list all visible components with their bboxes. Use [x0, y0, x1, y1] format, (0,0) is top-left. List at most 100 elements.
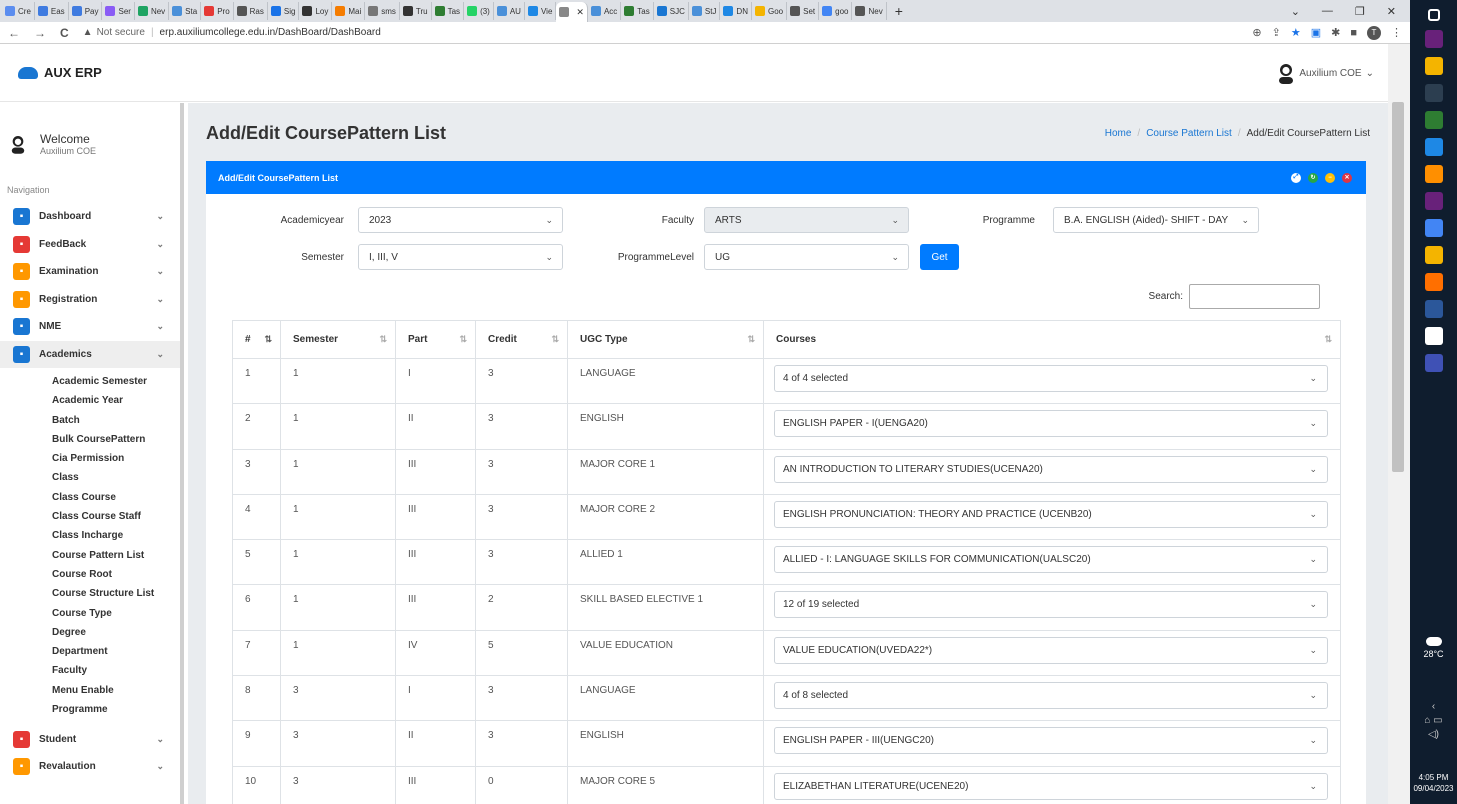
sidebar-item-registration[interactable]: ▪ Registration ⌄: [0, 286, 180, 314]
profile-avatar[interactable]: T: [1367, 25, 1381, 40]
submenu-item[interactable]: Academic Year: [52, 391, 180, 410]
forward-icon[interactable]: →: [34, 26, 46, 40]
browser-tab[interactable]: goo: [819, 2, 853, 20]
browser-tab[interactable]: Sta: [169, 2, 202, 20]
chevron-left-icon[interactable]: ‹: [1410, 700, 1457, 714]
submenu-item[interactable]: Bulk CoursePattern: [52, 430, 180, 449]
sidebar-item-academics[interactable]: ▪ Academics ⌄: [0, 340, 180, 368]
submenu-item[interactable]: Department: [52, 642, 180, 661]
browser-tab[interactable]: Nev: [852, 2, 887, 20]
submenu-item[interactable]: Class: [52, 468, 180, 487]
browser-tab[interactable]: SJC: [654, 2, 689, 20]
chrome-menu-icon[interactable]: ⋮: [1391, 26, 1402, 39]
expand-icon[interactable]: ⤢: [1291, 172, 1301, 183]
browser-tab[interactable]: Sig: [268, 2, 300, 20]
breadcrumb-home[interactable]: Home: [1105, 128, 1132, 139]
courses-select[interactable]: ELIZABETHAN LITERATURE(UCENE20) ⌄: [774, 772, 1328, 800]
courses-select[interactable]: 12 of 19 selected ⌄: [774, 591, 1328, 619]
page-scrollbar[interactable]: [1388, 44, 1410, 804]
browser-tab[interactable]: ✕: [556, 2, 588, 22]
taskbar-app-icon[interactable]: [1424, 354, 1443, 372]
extension-icon[interactable]: ▣: [1311, 26, 1321, 39]
taskbar-app-icon[interactable]: [1424, 246, 1443, 264]
faculty-select[interactable]: ARTS ⌄: [704, 207, 909, 233]
taskbar-app-icon[interactable]: [1424, 165, 1443, 183]
browser-tab[interactable]: Vie: [525, 2, 557, 20]
taskbar-app-icon[interactable]: [1424, 138, 1443, 156]
taskbar-app-icon[interactable]: [1424, 327, 1443, 345]
browser-tab[interactable]: Tru: [400, 2, 432, 20]
submenu-item[interactable]: Faculty: [52, 661, 180, 680]
browser-tab[interactable]: Set: [787, 2, 820, 20]
browser-tab[interactable]: AU: [494, 2, 525, 20]
tab-search-icon[interactable]: ⌄: [1291, 5, 1300, 18]
scrollbar-thumb[interactable]: [1392, 102, 1404, 472]
browser-tab[interactable]: Eas: [35, 2, 69, 20]
taskbar-clock[interactable]: 4:05 PM 09/04/2023: [1410, 772, 1457, 794]
browser-tab[interactable]: DN: [720, 2, 752, 20]
column-header-semester[interactable]: Semester ⇅: [280, 320, 396, 359]
browser-tab[interactable]: Ras: [234, 2, 268, 20]
app-logo-text[interactable]: AUX ERP: [44, 65, 102, 80]
submenu-item[interactable]: Course Root: [52, 565, 180, 584]
taskbar-app-icon[interactable]: [1424, 111, 1443, 129]
submenu-item[interactable]: Programme: [52, 700, 180, 719]
side-panel-icon[interactable]: ■: [1350, 27, 1357, 39]
browser-tab[interactable]: Tas: [432, 2, 465, 20]
courses-select[interactable]: ENGLISH PAPER - III(UENGC20) ⌄: [774, 727, 1328, 755]
new-tab-button[interactable]: +: [887, 3, 911, 19]
minimize-icon[interactable]: —: [1322, 5, 1333, 18]
column-header-part[interactable]: Part ⇅: [395, 320, 476, 359]
extensions-puzzle-icon[interactable]: ✱: [1331, 26, 1340, 39]
browser-tab[interactable]: Ser: [102, 2, 135, 20]
courses-select[interactable]: 4 of 4 selected ⌄: [774, 365, 1328, 392]
sidebar-item-nme[interactable]: ▪ NME ⌄: [0, 313, 180, 341]
taskbar-app-icon[interactable]: [1424, 219, 1443, 237]
column-header-number[interactable]: # ⇅: [232, 320, 281, 359]
column-header-credit[interactable]: Credit ⇅: [475, 320, 568, 359]
browser-tab[interactable]: Cre: [2, 2, 35, 20]
bookmark-star-icon[interactable]: ★: [1291, 26, 1301, 39]
submenu-item[interactable]: Course Pattern List: [52, 546, 180, 565]
volume-icon[interactable]: ◁): [1410, 728, 1457, 742]
sidebar-item-student[interactable]: ▪ Student ⌄: [0, 725, 180, 753]
courses-select[interactable]: AN INTRODUCTION TO LITERARY STUDIES(UCEN…: [774, 455, 1328, 483]
minimize-panel-icon[interactable]: −: [1325, 172, 1335, 183]
reload-icon[interactable]: C: [60, 26, 69, 40]
zoom-icon[interactable]: ⊕: [1252, 26, 1261, 39]
get-button[interactable]: Get: [920, 244, 959, 270]
taskbar-app-icon[interactable]: [1424, 300, 1443, 318]
semester-select[interactable]: I, III, V ⌄: [358, 244, 563, 270]
programme-select[interactable]: B.A. ENGLISH (Aided)- SHIFT - DAY ⌄: [1053, 207, 1259, 233]
submenu-item[interactable]: Cia Permission: [52, 449, 180, 468]
close-tab-icon[interactable]: ✕: [576, 7, 584, 18]
sidebar-item-dashboard[interactable]: ▪ Dashboard ⌄: [0, 203, 180, 231]
taskbar-app-icon[interactable]: [1424, 30, 1443, 48]
column-header-courses[interactable]: Courses ⇅: [763, 320, 1341, 359]
column-header-ugc-type[interactable]: UGC Type ⇅: [567, 320, 764, 359]
sidebar-item-examination[interactable]: ▪ Examination ⌄: [0, 258, 180, 286]
submenu-item[interactable]: Course Type: [52, 604, 180, 623]
user-menu[interactable]: Auxilium COE ⌄: [1277, 62, 1374, 84]
submenu-item[interactable]: Class Incharge: [52, 526, 180, 545]
submenu-item[interactable]: Class Course: [52, 488, 180, 507]
programmelevel-select[interactable]: UG ⌄: [704, 244, 909, 270]
weather-widget[interactable]: 28°C: [1410, 637, 1457, 659]
submenu-item[interactable]: Course Structure List: [52, 584, 180, 603]
browser-tab[interactable]: sms: [365, 2, 400, 20]
browser-tab[interactable]: Mai: [332, 2, 366, 20]
browser-tab[interactable]: Goo: [752, 2, 788, 20]
sidebar-item-revalaution[interactable]: ▪ Revalaution ⌄: [0, 753, 180, 781]
back-icon[interactable]: ←: [8, 26, 20, 40]
courses-select[interactable]: VALUE EDUCATION(UVEDA22*) ⌄: [774, 636, 1328, 664]
restore-icon[interactable]: ❐: [1355, 5, 1365, 18]
search-input[interactable]: [1189, 284, 1320, 309]
share-icon[interactable]: ⇪: [1272, 26, 1281, 39]
browser-tab[interactable]: Nev: [135, 2, 170, 20]
browser-tab[interactable]: Pro: [201, 2, 234, 20]
browser-tab[interactable]: Tas: [621, 2, 654, 20]
browser-tab[interactable]: Loy: [299, 2, 333, 20]
network-icon[interactable]: ⌂ ▭: [1410, 714, 1457, 728]
taskbar-app-icon[interactable]: [1424, 84, 1443, 102]
courses-select[interactable]: ALLIED - I: LANGUAGE SKILLS FOR COMMUNIC…: [774, 546, 1328, 574]
